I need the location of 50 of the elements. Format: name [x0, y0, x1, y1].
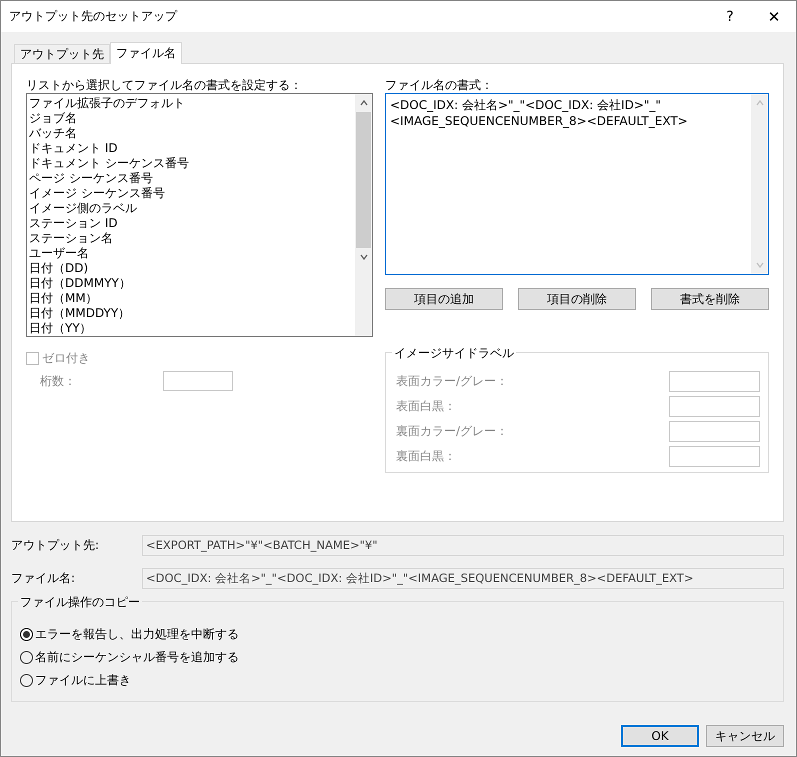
field-label: 裏面カラー/グレー： [396, 423, 508, 440]
list-item[interactable]: イメージ側のラベル [29, 201, 353, 216]
format-label: ファイル名の書式： [385, 77, 494, 93]
field-list[interactable]: ファイル拡張子のデフォルト ジョブ名 バッチ名 ドキュメント ID ドキュメント シーケンス番号 ページ シーケンス番号 イメージ シーケンス番号 イメージ側のラベル ステーション ID ステーション名 ユーザー名 日付（DD) 日付（DDMMYY） 日付（MM） 日付（MMDDYY） 日付（YY） [26, 93, 373, 337]
list-item[interactable]: 日付（YY） [29, 321, 353, 336]
format-button[interactable]: 書式を削除 [651, 288, 769, 310]
digits-label: 桁数： [40, 372, 77, 390]
tab[interactable]: アウトプット先 [14, 44, 110, 63]
format-button[interactable]: 項目の削除 [518, 288, 636, 310]
cancel-button[interactable]: キャンセル [706, 725, 784, 747]
list-item[interactable]: イメージ シーケンス番号 [29, 186, 353, 201]
radio-label[interactable]: 名前にシーケンシャル番号を追加する [35, 648, 239, 666]
readonly-field: <EXPORT_PATH>"¥"<BATCH_NAME>"¥" [142, 535, 784, 556]
scroll-up-icon[interactable] [358, 98, 368, 108]
readonly-field: <DOC_IDX: 会社名>"_"<DOC_IDX: 会社ID>"_"<IMAGE_SEQUENCENUMBER_8><DEFAULT_EXT> [142, 568, 784, 589]
scroll-down-icon[interactable] [358, 252, 368, 262]
list-item[interactable]: 日付（DDMMYY） [29, 276, 353, 291]
list-item[interactable]: ドキュメント ID [29, 141, 353, 156]
help-button[interactable]: ? [708, 1, 752, 32]
field-label: 裏面白黒： [396, 448, 456, 465]
list-item[interactable]: 日付（MMDDYY） [29, 306, 353, 321]
radio-button[interactable] [20, 628, 33, 640]
list-item[interactable]: ステーション ID [29, 216, 353, 231]
ok-button[interactable]: OK [621, 725, 699, 747]
list-item[interactable]: 日付（MM） [29, 291, 353, 306]
list-item[interactable]: ドキュメント シーケンス番号 [29, 156, 353, 171]
list-item[interactable]: 日付（DD) [29, 261, 353, 276]
scrollbar[interactable] [355, 94, 372, 336]
list-item[interactable]: ユーザー名 [29, 246, 353, 261]
radio-label[interactable]: ファイルに上書き [35, 672, 131, 688]
group-title: ファイル操作のコピー [18, 594, 142, 611]
list-item[interactable]: ページ シーケンス番号 [29, 171, 353, 186]
list-item[interactable]: ジョブ名 [29, 111, 353, 126]
row-label: ファイル名: [11, 570, 76, 587]
tab[interactable]: ファイル名 [110, 42, 182, 64]
digits-field[interactable] [163, 371, 233, 391]
format-button[interactable]: 項目の追加 [385, 288, 503, 310]
row-label: アウトプット先: [11, 537, 100, 554]
list-item[interactable]: バッチ名 [29, 126, 353, 141]
radio-button[interactable] [20, 674, 33, 686]
list-label: リストから選択してファイル名の書式を設定する： [26, 77, 303, 93]
field-label: 表面カラー/グレー： [396, 373, 508, 390]
field-label: 表面白黒： [396, 398, 456, 415]
list-item[interactable]: ファイル拡張子のデフォルト [29, 96, 353, 111]
close-button[interactable]: ✕ [752, 1, 796, 32]
window-title: アウトプット先のセットアップ [9, 8, 178, 25]
radio-label[interactable]: エラーを報告し、出力処理を中断する [35, 626, 239, 642]
group-title: イメージサイドラベル [392, 345, 516, 362]
radio-button[interactable] [20, 650, 33, 664]
list-item[interactable]: ステーション名 [29, 231, 353, 246]
